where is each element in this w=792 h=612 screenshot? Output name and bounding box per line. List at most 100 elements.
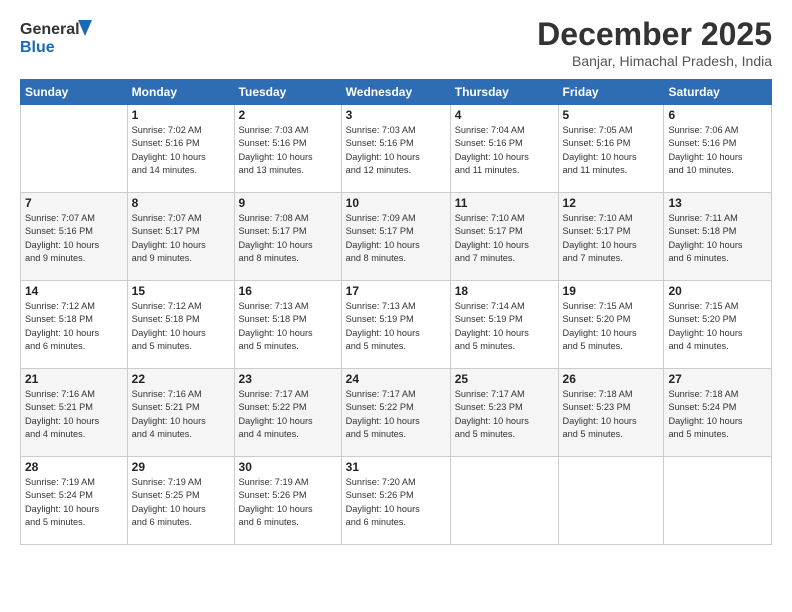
calendar-cell: 19 Sunrise: 7:15 AM Sunset: 5:20 PM Dayli…: [558, 281, 664, 369]
day-number: 5: [563, 108, 660, 122]
day-info: Sunrise: 7:10 AM Sunset: 5:17 PM Dayligh…: [455, 212, 554, 265]
calendar-cell: 11 Sunrise: 7:10 AM Sunset: 5:17 PM Dayli…: [450, 193, 558, 281]
day-number: 31: [346, 460, 446, 474]
day-info: Sunrise: 7:19 AM Sunset: 5:24 PM Dayligh…: [25, 476, 123, 529]
subtitle: Banjar, Himachal Pradesh, India: [537, 53, 772, 69]
day-info: Sunrise: 7:14 AM Sunset: 5:19 PM Dayligh…: [455, 300, 554, 353]
day-number: 22: [132, 372, 230, 386]
day-number: 18: [455, 284, 554, 298]
day-info: Sunrise: 7:07 AM Sunset: 5:16 PM Dayligh…: [25, 212, 123, 265]
day-info: Sunrise: 7:17 AM Sunset: 5:22 PM Dayligh…: [346, 388, 446, 441]
day-number: 9: [239, 196, 337, 210]
day-info: Sunrise: 7:09 AM Sunset: 5:17 PM Dayligh…: [346, 212, 446, 265]
day-number: 11: [455, 196, 554, 210]
col-wednesday: Wednesday: [341, 80, 450, 105]
day-number: 21: [25, 372, 123, 386]
day-info: Sunrise: 7:07 AM Sunset: 5:17 PM Dayligh…: [132, 212, 230, 265]
day-number: 27: [668, 372, 767, 386]
calendar-cell: 8Sunrise: 7:07 AM Sunset: 5:17 PM Daylig…: [127, 193, 234, 281]
calendar-cell: 4Sunrise: 7:04 AM Sunset: 5:16 PM Daylig…: [450, 105, 558, 193]
day-number: 3: [346, 108, 446, 122]
day-info: Sunrise: 7:05 AM Sunset: 5:16 PM Dayligh…: [563, 124, 660, 177]
day-number: 14: [25, 284, 123, 298]
day-info: Sunrise: 7:08 AM Sunset: 5:17 PM Dayligh…: [239, 212, 337, 265]
day-number: 28: [25, 460, 123, 474]
day-info: Sunrise: 7:13 AM Sunset: 5:18 PM Dayligh…: [239, 300, 337, 353]
day-info: Sunrise: 7:16 AM Sunset: 5:21 PM Dayligh…: [25, 388, 123, 441]
calendar-cell: 13 Sunrise: 7:11 AM Sunset: 5:18 PM Dayli…: [664, 193, 772, 281]
day-number: 17: [346, 284, 446, 298]
calendar-cell: [21, 105, 128, 193]
day-info: Sunrise: 7:15 AM Sunset: 5:20 PM Dayligh…: [563, 300, 660, 353]
calendar-cell: 25 Sunrise: 7:17 AM Sunset: 5:23 PM Dayli…: [450, 369, 558, 457]
day-number: 16: [239, 284, 337, 298]
day-number: 1: [132, 108, 230, 122]
calendar-cell: 28 Sunrise: 7:19 AM Sunset: 5:24 PM Dayli…: [21, 457, 128, 545]
day-number: 6: [668, 108, 767, 122]
day-info: Sunrise: 7:20 AM Sunset: 5:26 PM Dayligh…: [346, 476, 446, 529]
day-number: 13: [668, 196, 767, 210]
week-row-4: 21 Sunrise: 7:16 AM Sunset: 5:21 PM Dayli…: [21, 369, 772, 457]
calendar-cell: 2Sunrise: 7:03 AM Sunset: 5:16 PM Daylig…: [234, 105, 341, 193]
calendar-cell: [450, 457, 558, 545]
week-row-1: 1 Sunrise: 7:02 AM Sunset: 5:16 PM Daylig…: [21, 105, 772, 193]
calendar-cell: 6 Sunrise: 7:06 AM Sunset: 5:16 PM Daylig…: [664, 105, 772, 193]
logo: GeneralBlue: [20, 16, 100, 56]
day-info: Sunrise: 7:12 AM Sunset: 5:18 PM Dayligh…: [132, 300, 230, 353]
calendar-cell: [558, 457, 664, 545]
day-info: Sunrise: 7:06 AM Sunset: 5:16 PM Dayligh…: [668, 124, 767, 177]
day-number: 25: [455, 372, 554, 386]
day-info: Sunrise: 7:19 AM Sunset: 5:26 PM Dayligh…: [239, 476, 337, 529]
day-number: 26: [563, 372, 660, 386]
calendar-cell: 5 Sunrise: 7:05 AM Sunset: 5:16 PM Daylig…: [558, 105, 664, 193]
week-row-2: 7 Sunrise: 7:07 AM Sunset: 5:16 PM Daylig…: [21, 193, 772, 281]
day-number: 30: [239, 460, 337, 474]
calendar-cell: 26 Sunrise: 7:18 AM Sunset: 5:23 PM Dayli…: [558, 369, 664, 457]
col-tuesday: Tuesday: [234, 80, 341, 105]
calendar-cell: 29 Sunrise: 7:19 AM Sunset: 5:25 PM Dayli…: [127, 457, 234, 545]
calendar-body: 1 Sunrise: 7:02 AM Sunset: 5:16 PM Daylig…: [21, 105, 772, 545]
day-info: Sunrise: 7:12 AM Sunset: 5:18 PM Dayligh…: [25, 300, 123, 353]
day-info: Sunrise: 7:11 AM Sunset: 5:18 PM Dayligh…: [668, 212, 767, 265]
day-number: 19: [563, 284, 660, 298]
day-number: 15: [132, 284, 230, 298]
week-row-5: 28 Sunrise: 7:19 AM Sunset: 5:24 PM Dayli…: [21, 457, 772, 545]
day-info: Sunrise: 7:18 AM Sunset: 5:24 PM Dayligh…: [668, 388, 767, 441]
day-number: 4: [455, 108, 554, 122]
day-info: Sunrise: 7:03 AM Sunset: 5:16 PM Dayligh…: [346, 124, 446, 177]
calendar-cell: [664, 457, 772, 545]
day-info: Sunrise: 7:17 AM Sunset: 5:23 PM Dayligh…: [455, 388, 554, 441]
header: GeneralBlue December 2025 Banjar, Himach…: [20, 16, 772, 69]
calendar-table: Sunday Monday Tuesday Wednesday Thursday…: [20, 79, 772, 545]
day-info: Sunrise: 7:13 AM Sunset: 5:19 PM Dayligh…: [346, 300, 446, 353]
calendar-cell: 31 Sunrise: 7:20 AM Sunset: 5:26 PM Dayli…: [341, 457, 450, 545]
day-info: Sunrise: 7:18 AM Sunset: 5:23 PM Dayligh…: [563, 388, 660, 441]
day-info: Sunrise: 7:17 AM Sunset: 5:22 PM Dayligh…: [239, 388, 337, 441]
day-number: 7: [25, 196, 123, 210]
day-info: Sunrise: 7:10 AM Sunset: 5:17 PM Dayligh…: [563, 212, 660, 265]
calendar-cell: 14 Sunrise: 7:12 AM Sunset: 5:18 PM Dayli…: [21, 281, 128, 369]
day-info: Sunrise: 7:16 AM Sunset: 5:21 PM Dayligh…: [132, 388, 230, 441]
calendar-cell: 24 Sunrise: 7:17 AM Sunset: 5:22 PM Dayli…: [341, 369, 450, 457]
col-thursday: Thursday: [450, 80, 558, 105]
calendar-cell: 9 Sunrise: 7:08 AM Sunset: 5:17 PM Daylig…: [234, 193, 341, 281]
svg-text:General: General: [20, 21, 80, 38]
month-title: December 2025: [537, 16, 772, 53]
day-number: 12: [563, 196, 660, 210]
day-info: Sunrise: 7:15 AM Sunset: 5:20 PM Dayligh…: [668, 300, 767, 353]
calendar-cell: 1 Sunrise: 7:02 AM Sunset: 5:16 PM Daylig…: [127, 105, 234, 193]
header-row: Sunday Monday Tuesday Wednesday Thursday…: [21, 80, 772, 105]
day-number: 24: [346, 372, 446, 386]
calendar-cell: 12 Sunrise: 7:10 AM Sunset: 5:17 PM Dayli…: [558, 193, 664, 281]
col-saturday: Saturday: [664, 80, 772, 105]
calendar-cell: 7 Sunrise: 7:07 AM Sunset: 5:16 PM Daylig…: [21, 193, 128, 281]
calendar-cell: 15 Sunrise: 7:12 AM Sunset: 5:18 PM Dayli…: [127, 281, 234, 369]
col-monday: Monday: [127, 80, 234, 105]
day-number: 10: [346, 196, 446, 210]
day-info: Sunrise: 7:19 AM Sunset: 5:25 PM Dayligh…: [132, 476, 230, 529]
day-number: 29: [132, 460, 230, 474]
logo-icon: GeneralBlue: [20, 16, 100, 56]
calendar-cell: 17 Sunrise: 7:13 AM Sunset: 5:19 PM Dayli…: [341, 281, 450, 369]
week-row-3: 14 Sunrise: 7:12 AM Sunset: 5:18 PM Dayli…: [21, 281, 772, 369]
day-info: Sunrise: 7:02 AM Sunset: 5:16 PM Dayligh…: [132, 124, 230, 177]
